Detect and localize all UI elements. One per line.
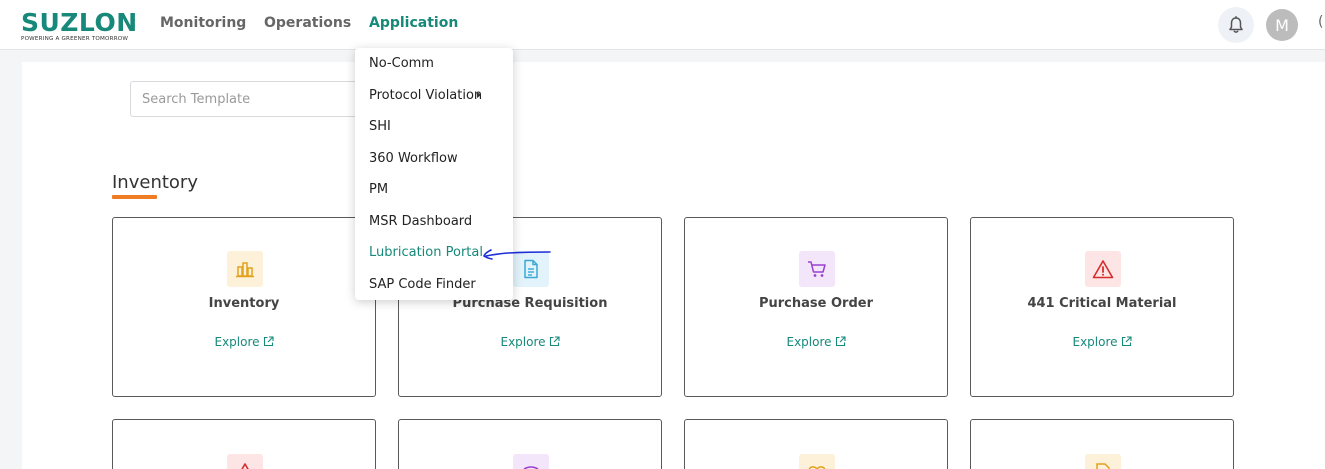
clipped-menu-glyph[interactable]: ( bbox=[1318, 14, 1323, 30]
section-underline bbox=[112, 195, 157, 199]
route-icon bbox=[513, 454, 549, 469]
annotation-arrow-icon bbox=[483, 249, 551, 260]
menu-item-msr-dashboard[interactable]: MSR Dashboard bbox=[369, 214, 472, 229]
explore-link[interactable]: Explore bbox=[971, 335, 1233, 349]
user-avatar[interactable]: M bbox=[1266, 9, 1298, 41]
explore-label: Explore bbox=[786, 335, 832, 349]
file-icon bbox=[1085, 454, 1121, 469]
card-title: Purchase Order bbox=[758, 296, 873, 311]
menu-item-label: 360 Workflow bbox=[369, 151, 458, 166]
nav-operations[interactable]: Operations bbox=[264, 15, 351, 31]
card-row2-1[interactable] bbox=[112, 419, 376, 469]
menu-item-lubrication-portal[interactable]: Lubrication Portal bbox=[369, 245, 483, 260]
menu-item-no-comm[interactable]: No-Comm bbox=[369, 56, 434, 71]
suzlon-logo[interactable]: SUZLON POWERING A GREENER TOMORROW bbox=[21, 8, 138, 43]
notifications-button[interactable] bbox=[1218, 7, 1254, 43]
explore-link[interactable]: Explore bbox=[399, 335, 661, 349]
explore-label: Explore bbox=[1072, 335, 1118, 349]
menu-item-label: MSR Dashboard bbox=[369, 214, 473, 229]
card-row2-3[interactable] bbox=[684, 419, 948, 469]
menu-item-pm[interactable]: PM bbox=[369, 182, 388, 197]
logo-tagline: POWERING A GREENER TOMORROW bbox=[21, 36, 129, 42]
external-link-icon bbox=[549, 336, 560, 347]
explore-link[interactable]: Explore bbox=[685, 335, 947, 349]
card-row2-4[interactable] bbox=[970, 419, 1234, 469]
top-header: SUZLON POWERING A GREENER TOMORROW Monit… bbox=[0, 0, 1325, 50]
cart-icon bbox=[799, 251, 835, 287]
menu-item-label: Lubrication Portal bbox=[369, 245, 483, 260]
card-title: 441 Critical Material bbox=[1027, 296, 1177, 311]
card-inventory[interactable]: Inventory Explore bbox=[112, 217, 376, 397]
menu-item-shi[interactable]: SHI bbox=[369, 119, 391, 134]
menu-item-label: SHI bbox=[369, 119, 391, 134]
nav-monitoring[interactable]: Monitoring bbox=[160, 15, 246, 31]
warning-icon bbox=[1085, 251, 1121, 287]
menu-item-label: No-Comm bbox=[369, 56, 434, 71]
menu-item-label: Protocol Violation bbox=[369, 88, 483, 103]
warning-icon bbox=[227, 454, 263, 469]
search-template-input[interactable] bbox=[130, 81, 370, 117]
menu-item-sap-code-finder[interactable]: SAP Code Finder bbox=[369, 277, 476, 292]
nav-application[interactable]: Application bbox=[369, 15, 458, 31]
menu-item-label: PM bbox=[369, 182, 389, 197]
explore-label: Explore bbox=[214, 335, 260, 349]
card-row2-2[interactable] bbox=[398, 419, 662, 469]
external-link-icon bbox=[1121, 336, 1132, 347]
card-purchase-order[interactable]: Purchase Order Explore bbox=[684, 217, 948, 397]
bar-chart-icon bbox=[227, 251, 263, 287]
logo-brand: SUZLON bbox=[21, 8, 138, 37]
menu-item-360-workflow[interactable]: 360 Workflow bbox=[369, 151, 458, 166]
section-title: Inventory bbox=[112, 172, 198, 193]
menu-item-label: SAP Code Finder bbox=[369, 277, 476, 292]
external-link-icon bbox=[835, 336, 846, 347]
card-441-critical-material[interactable]: 441 Critical Material Explore bbox=[970, 217, 1234, 397]
submenu-arrow-icon bbox=[477, 92, 481, 98]
menu-item-protocol-violation[interactable]: Protocol Violation bbox=[369, 88, 499, 103]
explore-label: Explore bbox=[500, 335, 546, 349]
heart-icon bbox=[799, 454, 835, 469]
bell-icon bbox=[1229, 16, 1243, 33]
external-link-icon bbox=[263, 336, 274, 347]
card-title: Inventory bbox=[208, 296, 280, 311]
explore-link[interactable]: Explore bbox=[113, 335, 375, 349]
